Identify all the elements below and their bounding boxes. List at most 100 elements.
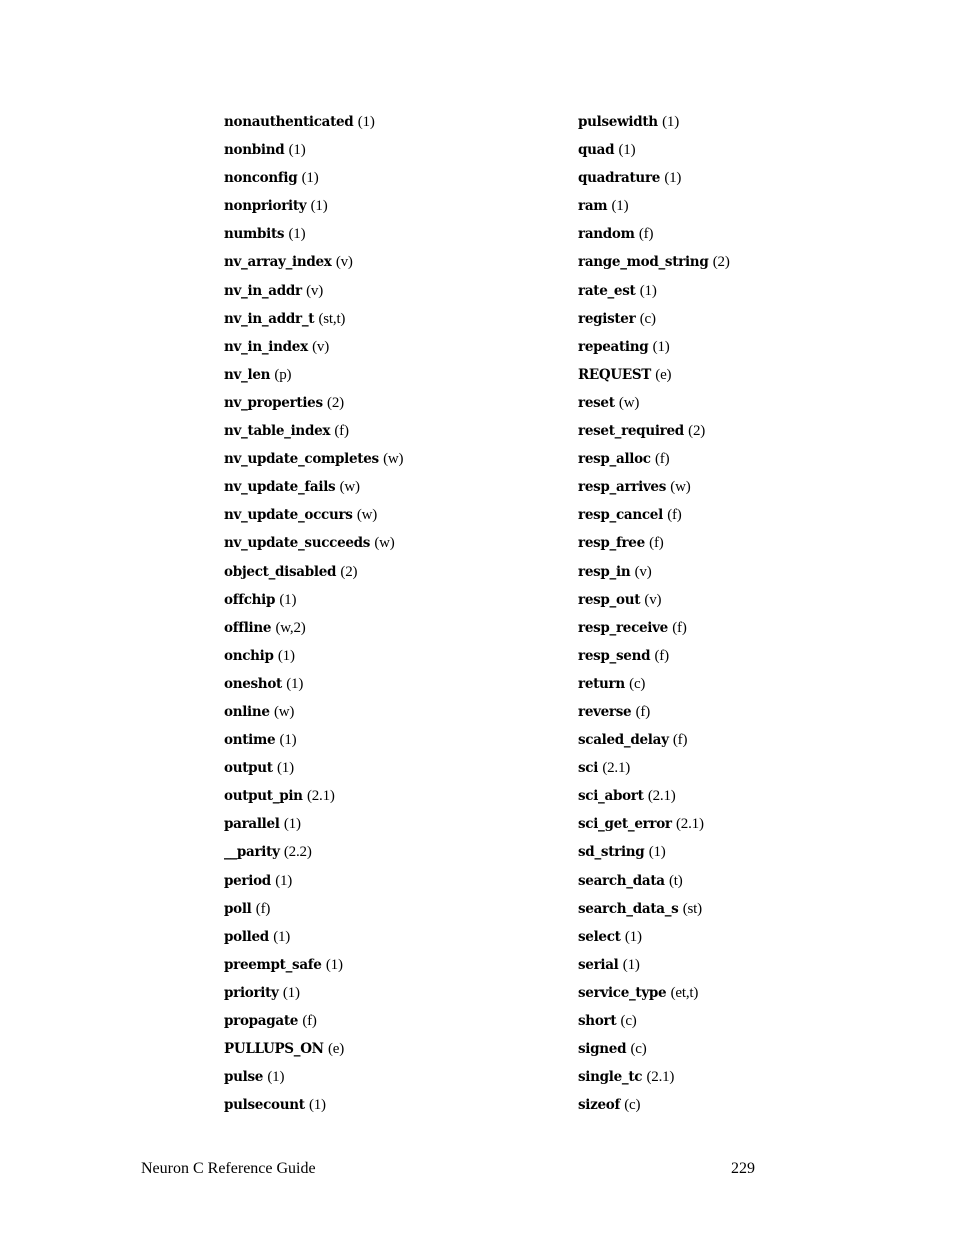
index-term: resp_cancel <box>578 507 663 524</box>
index-term: nonconfig <box>224 170 298 187</box>
index-term: nv_in_addr_t <box>224 310 315 327</box>
index-category-code: (1) <box>267 1069 285 1086</box>
index-term: resp_alloc <box>578 451 651 468</box>
index-category-code: (2) <box>340 563 358 580</box>
index-term: sci_abort <box>578 788 644 805</box>
index-category-code: (e) <box>655 366 672 383</box>
index-category-code: (1) <box>282 984 300 1001</box>
index-category-code: (st) <box>682 900 702 917</box>
index-entry: resp_send (f) <box>578 645 730 673</box>
index-category-code: (f) <box>302 1013 317 1029</box>
index-term: sci_get_error <box>578 816 672 833</box>
index-entry: propagate (f) <box>224 1010 403 1038</box>
index-term: polled <box>224 928 269 945</box>
index-term: resp_in <box>578 563 631 580</box>
index-entry: nonconfig (1) <box>224 167 403 195</box>
index-term: nv_len <box>224 366 271 383</box>
index-entry: reset (w) <box>578 392 730 420</box>
index-entry: resp_in (v) <box>578 561 730 589</box>
index-entry: search_data_s (st) <box>578 898 730 926</box>
index-category-code: (2.1) <box>306 788 335 805</box>
index-term: oneshot <box>224 675 282 692</box>
index-entry: search_data (t) <box>578 870 730 898</box>
index-term: resp_free <box>578 535 645 552</box>
index-term: offchip <box>224 591 276 608</box>
index-term: resp_out <box>578 591 641 608</box>
index-term: sd_string <box>578 844 645 861</box>
index-category-code: (1) <box>357 114 375 130</box>
index-term: propagate <box>224 1013 299 1029</box>
index-term: parallel <box>224 816 280 833</box>
index-category-code: (w) <box>670 479 691 496</box>
index-entry: service_type (et,t) <box>578 982 730 1010</box>
index-category-code: (f) <box>655 451 670 468</box>
index-category-code: (1) <box>273 928 291 945</box>
index-category-code: (w) <box>618 394 640 411</box>
index-term: ram <box>578 198 608 215</box>
index-entry: nv_len (p) <box>224 364 403 392</box>
index-entry: preempt_safe (1) <box>224 954 403 982</box>
index-term: rate_est <box>578 282 636 299</box>
index-category-code: (2.1) <box>676 816 704 833</box>
index-term: REQUEST <box>578 366 652 383</box>
index-entry: nv_array_index (v) <box>224 251 403 279</box>
index-term: nv_in_addr <box>224 282 302 299</box>
index-entry: pulsewidth (1) <box>578 111 730 139</box>
index-entry: reset_required (2) <box>578 420 730 448</box>
index-term: reset_required <box>578 423 684 440</box>
index-entry: nv_update_completes (w) <box>224 448 404 476</box>
index-category-code: (w,2) <box>275 619 306 636</box>
index-category-code: (f) <box>638 226 654 243</box>
index-entry: output_pin (2.1) <box>224 785 403 813</box>
index-term: short <box>578 1013 617 1029</box>
index-category-code: (2.1) <box>602 760 631 777</box>
index-term: nv_update_occurs <box>224 507 353 524</box>
index-column-right: pulsewidth (1) quad (1) quadrature (1) ram … <box>578 111 730 1122</box>
index-entry: signed (c) <box>578 1038 730 1066</box>
index-entry: random (f) <box>578 223 730 251</box>
index-term: serial <box>578 956 619 973</box>
index-term: preempt_safe <box>224 956 322 973</box>
index-entry: nv_update_succeeds (w) <box>224 532 403 560</box>
index-entry: parallel (1) <box>224 813 403 841</box>
index-entry: sci_abort (2.1) <box>578 785 730 813</box>
index-entry: sci (2.1) <box>578 757 730 785</box>
index-term: nv_properties <box>224 394 323 411</box>
index-term: output <box>224 760 273 777</box>
index-term: resp_receive <box>578 619 668 636</box>
index-entry: sci_get_error (2.1) <box>578 813 730 841</box>
index-term: random <box>578 226 635 243</box>
index-term: pulsewidth <box>578 114 658 130</box>
index-category-code: (f) <box>649 535 664 552</box>
index-category-code: (c) <box>624 1097 641 1114</box>
index-term: nv_update_succeeds <box>224 535 371 552</box>
index-category-code: (1) <box>288 226 306 243</box>
index-category-code: (1) <box>275 872 293 889</box>
index-term: nv_update_fails <box>224 479 336 496</box>
index-category-code: (v) <box>335 254 353 271</box>
index-entry: pulsecount (1) <box>224 1094 403 1122</box>
index-term: period <box>224 872 271 889</box>
index-category-code: (v) <box>306 282 323 299</box>
index-entry: priority (1) <box>224 982 403 1010</box>
index-term: reverse <box>578 703 632 720</box>
index-category-code: (w) <box>273 703 295 720</box>
index-entry: sizeof (c) <box>578 1094 730 1122</box>
index-category-code: (1) <box>611 198 629 215</box>
index-entry: offchip (1) <box>224 589 403 617</box>
index-category-code: (w) <box>374 535 395 552</box>
index-entry: REQUEST (e) <box>578 364 730 392</box>
index-entry: register (c) <box>578 308 730 336</box>
index-category-code: (1) <box>618 142 636 159</box>
index-entry: resp_arrives (w) <box>578 476 730 504</box>
index-entry: output (1) <box>224 757 403 785</box>
index-entry: select (1) <box>578 926 730 954</box>
index-term: sci <box>578 760 599 777</box>
index-entry: resp_receive (f) <box>578 617 730 645</box>
index-category-code: (t) <box>668 872 683 889</box>
index-term: nv_table_index <box>224 423 331 440</box>
index-entry: ontime (1) <box>224 729 403 757</box>
index-entry: serial (1) <box>578 954 730 982</box>
index-category-code: (1) <box>286 675 304 692</box>
index-entry: quad (1) <box>578 139 730 167</box>
